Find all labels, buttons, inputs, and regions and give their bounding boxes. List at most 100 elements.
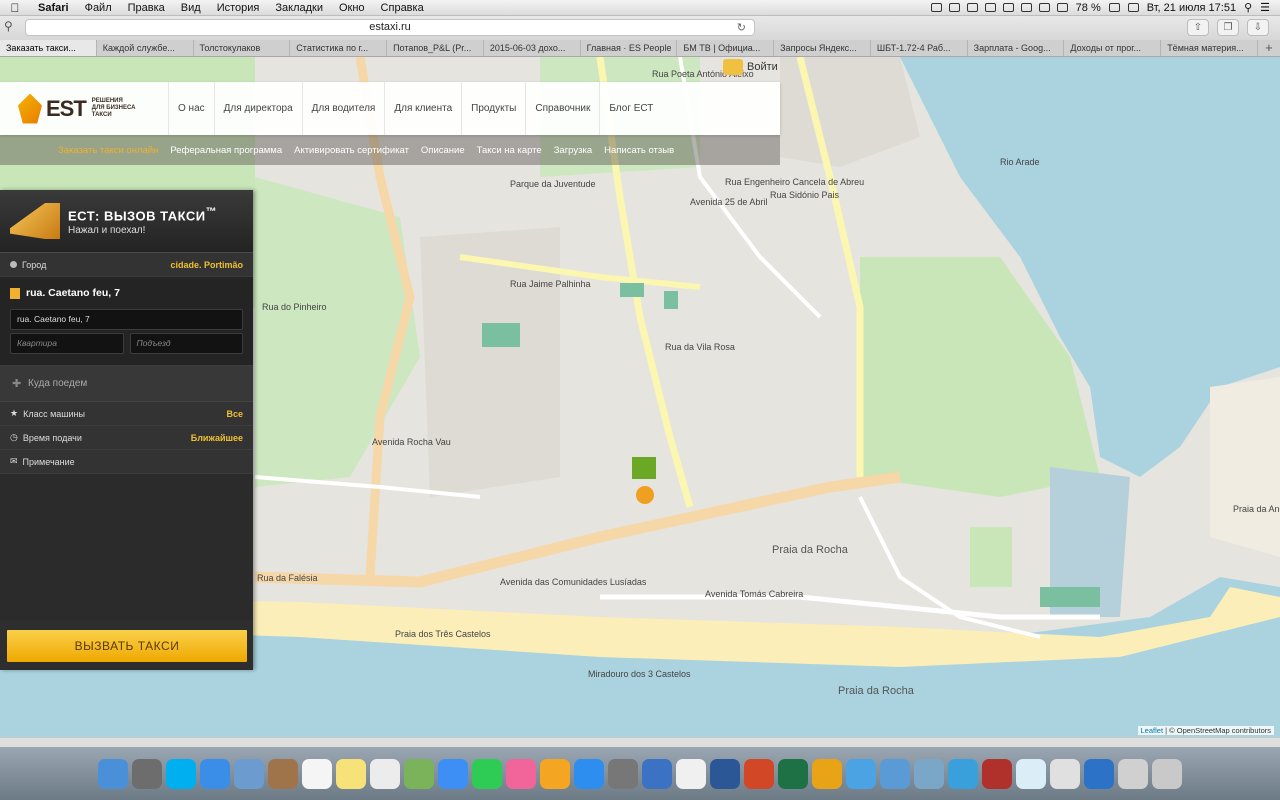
subnav-description[interactable]: Описание [415, 145, 471, 156]
notification-center-icon[interactable]: ☰ [1260, 1, 1270, 14]
pause-icon[interactable] [966, 3, 978, 12]
notes-icon[interactable] [336, 758, 366, 789]
flag-icon[interactable] [1127, 3, 1139, 12]
car-class-row[interactable]: ★ Класс машины Все [0, 402, 253, 426]
launchpad-icon[interactable] [132, 758, 162, 789]
finder-icon[interactable] [98, 758, 128, 789]
documents-folder-icon[interactable] [1118, 758, 1148, 789]
tab[interactable]: Толстокулаков [194, 40, 291, 56]
network-icon[interactable] [880, 758, 910, 789]
photos-icon[interactable] [676, 758, 706, 789]
facetime-icon[interactable] [472, 758, 502, 789]
tab[interactable]: Тёмная материя... [1161, 40, 1258, 56]
tab[interactable]: ШБТ-1.72-4 Раб... [871, 40, 968, 56]
mail-icon[interactable] [234, 758, 264, 789]
subnav-taxi-on-map[interactable]: Такси на карте [471, 145, 548, 156]
tab[interactable]: Запросы Яндекс... [774, 40, 871, 56]
screen-sharing-icon[interactable] [642, 758, 672, 789]
destination-row[interactable]: ✚ Куда поедем [0, 366, 253, 402]
nav-client[interactable]: Для клиента [384, 82, 461, 135]
menu-history[interactable]: История [209, 2, 268, 14]
spotlight-icon[interactable]: ⚲ [1244, 1, 1252, 14]
nav-about[interactable]: О нас [168, 82, 214, 135]
city-row[interactable]: Город cidade. Portimão [0, 253, 253, 277]
windows-icon[interactable] [1084, 758, 1114, 789]
display-icon[interactable] [984, 3, 996, 12]
call-taxi-button[interactable]: ВЫЗВАТЬ ТАКСИ [7, 630, 247, 662]
app-store-icon[interactable] [574, 758, 604, 789]
contacts-icon[interactable] [268, 758, 298, 789]
subnav-referral[interactable]: Реферальная программа [164, 145, 288, 156]
messenger-icon[interactable] [948, 758, 978, 789]
city-value[interactable]: cidade. Portimão [170, 260, 243, 270]
itunes-icon[interactable] [506, 758, 536, 789]
pickup-time-value[interactable]: Ближайшее [191, 433, 243, 443]
word-icon[interactable] [710, 758, 740, 789]
tab[interactable]: Потапов_P&L (Pr... [387, 40, 484, 56]
excel-icon[interactable] [778, 758, 808, 789]
ibooks-icon[interactable] [540, 758, 570, 789]
battery-menu-icon[interactable] [1002, 3, 1014, 12]
bluetooth-icon[interactable] [1038, 3, 1050, 12]
skype-icon[interactable] [166, 758, 196, 789]
tab[interactable]: БМ ТВ | Официа... [677, 40, 775, 56]
tabs-overview-button[interactable]: ❐ [1217, 19, 1239, 36]
car-marker-icon[interactable] [636, 486, 654, 504]
outlook-icon[interactable] [812, 758, 842, 789]
system-preferences-icon[interactable] [608, 758, 638, 789]
wifi-icon[interactable] [1056, 3, 1068, 12]
location-icon[interactable]: ⚲ [4, 19, 13, 33]
apartment-input[interactable]: Квартира [10, 333, 124, 354]
cloud-icon[interactable] [1016, 758, 1046, 789]
address-bar[interactable]: estaxi.ru ↻ [25, 19, 755, 36]
menu-file[interactable]: Файл [77, 2, 120, 14]
nav-reference[interactable]: Справочник [525, 82, 599, 135]
menu-edit[interactable]: Правка [120, 2, 173, 14]
menu-window[interactable]: Окно [331, 2, 373, 14]
tab[interactable]: Главная · ES People [581, 40, 678, 56]
note-row[interactable]: ✉ Примечание [0, 450, 253, 474]
downloads-button[interactable]: ⇩ [1247, 19, 1269, 36]
calendar-icon[interactable] [302, 758, 332, 789]
menu-help[interactable]: Справка [373, 2, 432, 14]
tab-active[interactable]: Заказать такси... [0, 40, 97, 56]
menu-app-name[interactable]: Safari [30, 2, 77, 14]
lync-icon[interactable] [846, 758, 876, 789]
parallels-icon[interactable] [982, 758, 1012, 789]
subnav-download[interactable]: Загрузка [548, 145, 598, 156]
notification-icon[interactable] [948, 3, 960, 12]
tab[interactable]: Статистика по г... [290, 40, 388, 56]
entrance-input[interactable]: Подъезд [129, 333, 243, 354]
remote-desktop-icon[interactable] [914, 758, 944, 789]
trash-icon[interactable] [1152, 758, 1182, 789]
time-machine-icon[interactable] [1020, 3, 1032, 12]
battery-percent[interactable]: 78 % [1076, 2, 1101, 14]
menu-view[interactable]: Вид [173, 2, 209, 14]
subnav-write-review[interactable]: Написать отзыв [598, 145, 680, 156]
menu-bookmarks[interactable]: Закладки [267, 2, 331, 14]
subnav-activate-certificate[interactable]: Активировать сертификат [288, 145, 415, 156]
messages-icon[interactable] [438, 758, 468, 789]
tab[interactable]: Каждой службе... [97, 40, 194, 56]
login-link[interactable]: Войти [723, 57, 778, 77]
site-logo[interactable]: EST РЕШЕНИЯ ДЛЯ БИЗНЕСА ТАКСИ [18, 93, 168, 124]
car-class-value[interactable]: Все [226, 409, 243, 419]
nav-products[interactable]: Продукты [461, 82, 525, 135]
tab[interactable]: Доходы от прог... [1064, 40, 1162, 56]
tab[interactable]: 2015-06-03 дохо... [484, 40, 581, 56]
tab[interactable]: Зарплата - Goog... [968, 40, 1065, 56]
preview-icon[interactable] [404, 758, 434, 789]
leaflet-link[interactable]: Leaflet [1141, 726, 1164, 735]
pickup-time-row[interactable]: ◷ Время подачи Ближайшее [0, 426, 253, 450]
powerpoint-icon[interactable] [744, 758, 774, 789]
map[interactable]: Rua Poeta António Aleixo Parque da Juven… [0, 57, 1280, 737]
apple-icon[interactable]:  [0, 1, 30, 15]
nav-driver[interactable]: Для водителя [301, 82, 385, 135]
reload-icon[interactable]: ↻ [737, 21, 746, 36]
check-icon[interactable] [930, 3, 942, 12]
clock[interactable]: Вт, 21 июля 17:51 [1147, 2, 1236, 14]
new-tab-button[interactable]: + [1258, 40, 1280, 56]
nav-blog[interactable]: Блог ЕСТ [599, 82, 662, 135]
share-button[interactable]: ⇧ [1187, 19, 1209, 36]
pickup-flag-icon[interactable] [632, 457, 656, 479]
